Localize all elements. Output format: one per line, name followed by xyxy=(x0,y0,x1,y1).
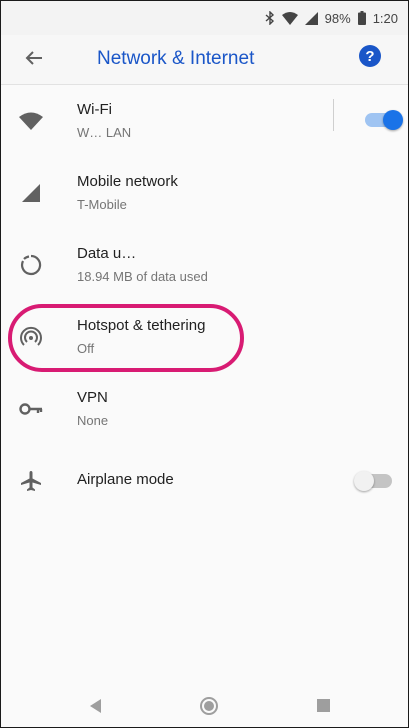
back-button[interactable] xyxy=(19,47,49,73)
wifi-icon xyxy=(17,107,45,135)
list-item-wifi[interactable]: Wi-Fi W… LAN xyxy=(1,85,408,157)
battery-icon xyxy=(357,11,366,25)
item-subtitle: T-Mobile xyxy=(77,197,127,212)
battery-percent: 98% xyxy=(324,10,351,26)
settings-list: Wi-Fi W… LAN Mobile network T-Mobile Dat… xyxy=(1,85,408,517)
airplane-mode-toggle[interactable] xyxy=(354,471,392,491)
list-item-airplane-mode[interactable]: Airplane mode xyxy=(1,445,408,517)
divider xyxy=(333,99,334,131)
wifi-signal-icon xyxy=(281,11,298,25)
item-title: Data u… xyxy=(77,245,137,262)
toggle-knob xyxy=(354,471,374,491)
nav-back-button[interactable] xyxy=(85,697,107,719)
airplane-icon xyxy=(17,467,45,495)
list-item-mobile-network[interactable]: Mobile network T-Mobile xyxy=(1,157,408,229)
back-arrow-icon xyxy=(25,50,43,71)
status-bar: 98% 1:20 xyxy=(1,1,408,35)
data-usage-icon xyxy=(17,251,45,279)
item-subtitle: W… LAN xyxy=(77,125,132,140)
highlight-ring xyxy=(8,304,244,372)
list-item-data-usage[interactable]: Data u… 18.94 MB of data used xyxy=(1,229,408,301)
item-title: Wi-Fi xyxy=(77,101,112,118)
cell-signal-icon xyxy=(304,11,318,25)
page-title: Network & Internet xyxy=(97,48,255,69)
nav-recents-button[interactable] xyxy=(312,697,334,719)
help-button[interactable]: ? xyxy=(359,45,381,67)
toggle-knob xyxy=(383,110,403,130)
bluetooth-icon xyxy=(265,11,275,25)
nav-home-icon xyxy=(199,696,219,721)
app-bar: Network & Internet ? xyxy=(1,35,408,85)
item-title: VPN xyxy=(77,389,108,406)
clock: 1:20 xyxy=(372,10,398,26)
item-title: Airplane mode xyxy=(77,471,174,488)
item-subtitle: None xyxy=(77,413,109,428)
cell-signal-icon xyxy=(17,179,45,207)
item-subtitle: 18.94 MB of data used xyxy=(77,269,208,284)
phone-screen: 98% 1:20 Network & Internet ? Wi-Fi W… L… xyxy=(0,0,409,728)
vpn-key-icon xyxy=(17,395,45,423)
item-title: Mobile network xyxy=(77,173,178,190)
nav-home-button[interactable] xyxy=(198,696,220,721)
nav-recents-icon xyxy=(316,699,330,717)
nav-bar xyxy=(1,685,408,727)
wifi-toggle[interactable] xyxy=(365,110,403,130)
list-item-vpn[interactable]: VPN None xyxy=(1,373,408,445)
nav-back-icon xyxy=(90,698,102,718)
